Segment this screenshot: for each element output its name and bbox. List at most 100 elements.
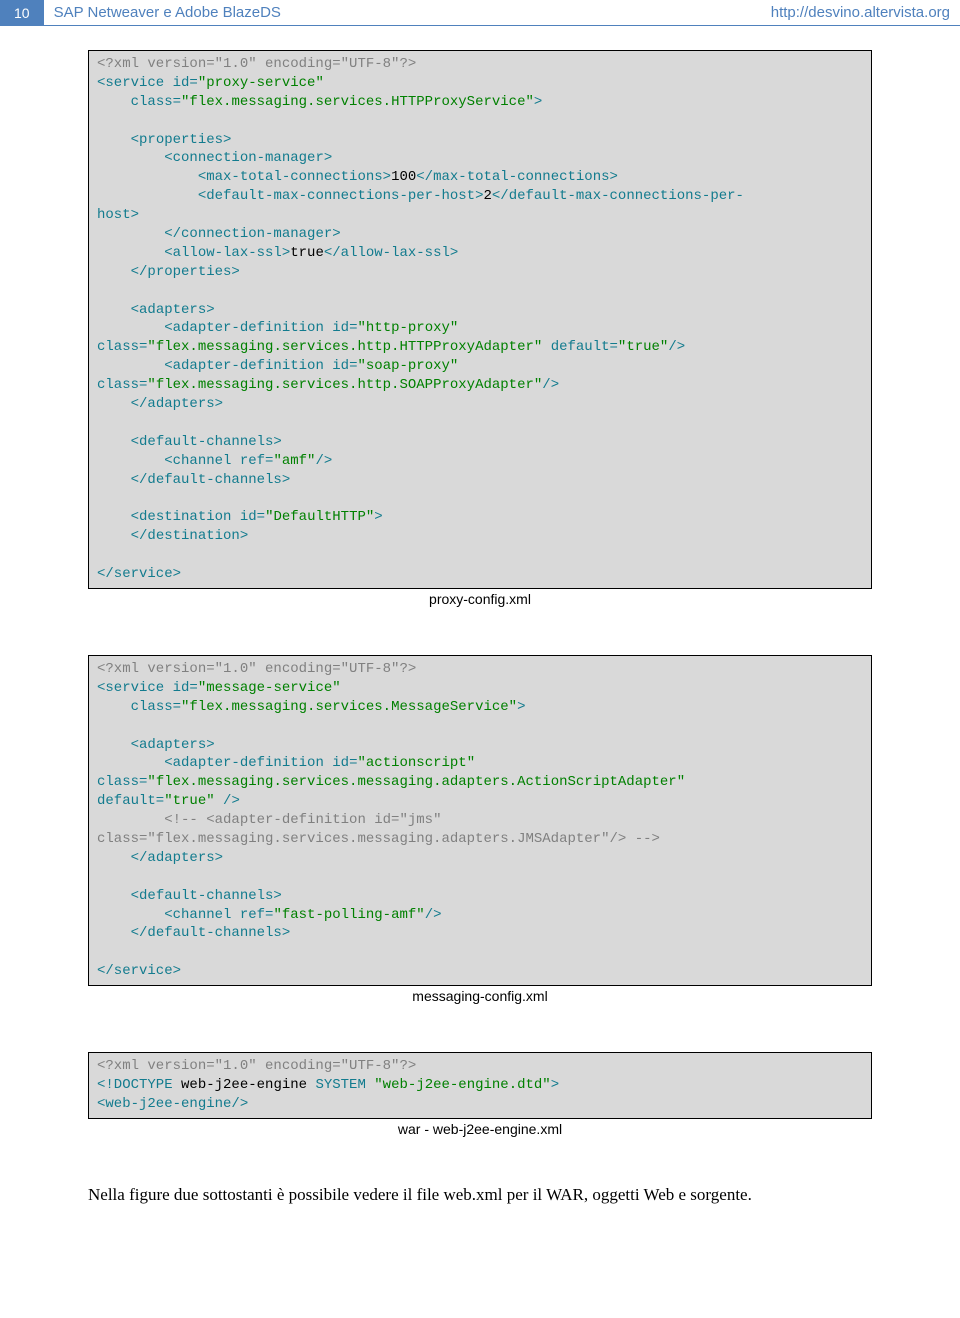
code-token <box>231 453 239 469</box>
code-token <box>542 339 550 355</box>
code-token: "soap-proxy" <box>357 358 458 374</box>
code-token: <max-total-connections> <box>198 169 391 185</box>
code-block-messaging-config: <?xml version="1.0" encoding="UTF-8"?> <… <box>88 655 872 986</box>
code-token: </allow-lax-ssl> <box>324 245 458 261</box>
code-token <box>97 264 131 280</box>
code-token <box>164 680 172 696</box>
code-token <box>97 737 131 753</box>
code-token: <adapters> <box>131 737 215 753</box>
code-token: host> <box>97 207 139 223</box>
code-token <box>97 509 131 525</box>
code-token: ref= <box>240 907 274 923</box>
header-url: http://desvino.altervista.org <box>761 0 960 25</box>
code-token: "web-j2ee-engine.dtd" <box>374 1077 550 1093</box>
code-token: </properties> <box>131 264 240 280</box>
code-token: class= <box>131 94 181 110</box>
code-token: </max-total-connections> <box>416 169 618 185</box>
code-token: </default-channels> <box>131 925 291 941</box>
code-token: class= <box>97 377 147 393</box>
code-token <box>324 358 332 374</box>
code-block-web-j2ee-engine: <?xml version="1.0" encoding="UTF-8"?> <… <box>88 1052 872 1119</box>
code-token: id= <box>173 680 198 696</box>
code-token: <adapter-definition <box>164 358 324 374</box>
code-token: </adapters> <box>131 396 223 412</box>
code-token: "fast-polling-amf" <box>273 907 424 923</box>
page-content: <?xml version="1.0" encoding="UTF-8"?> <… <box>0 50 960 1265</box>
code-token <box>164 75 172 91</box>
code-token: "amf" <box>273 453 315 469</box>
code-token: <!-- <adapter-definition id="jms" <box>164 812 441 828</box>
code-token: 100 <box>391 169 416 185</box>
code-token: class= <box>97 774 147 790</box>
code-token <box>97 226 164 242</box>
code-token <box>97 755 164 771</box>
code-token: /> <box>315 453 332 469</box>
code-token: id= <box>332 320 357 336</box>
code-token: > <box>517 699 525 715</box>
code-token: /> <box>542 377 559 393</box>
code-token: /> <box>668 339 685 355</box>
code-token <box>97 132 131 148</box>
code-token: > <box>374 509 382 525</box>
code-token: /> <box>223 793 240 809</box>
code-token <box>97 699 131 715</box>
code-token <box>97 320 164 336</box>
code-token <box>231 509 239 525</box>
code-token: class= <box>97 339 147 355</box>
code-token: "flex.messaging.services.http.HTTPProxyA… <box>147 339 542 355</box>
page-header: 10 SAP Netweaver e Adobe BlazeDS http://… <box>0 0 960 26</box>
code-token: <adapter-definition <box>164 320 324 336</box>
code-token: </adapters> <box>131 850 223 866</box>
code-token: id= <box>332 755 357 771</box>
code-token: "flex.messaging.services.MessageService" <box>181 699 517 715</box>
caption-web-j2ee-engine: war - web-j2ee-engine.xml <box>88 1121 872 1137</box>
code-block-proxy-config: <?xml version="1.0" encoding="UTF-8"?> <… <box>88 50 872 589</box>
code-token: <web-j2ee-engine/> <box>97 1096 248 1112</box>
code-token <box>97 888 131 904</box>
code-token: "flex.messaging.services.http.SOAPProxyA… <box>147 377 542 393</box>
code-token <box>97 94 131 110</box>
code-token: <properties> <box>131 132 232 148</box>
code-token: > <box>551 1077 559 1093</box>
caption-messaging-config: messaging-config.xml <box>88 988 872 1004</box>
page-number-badge: 10 <box>0 0 44 25</box>
code-token: <default-max-connections-per-host> <box>198 188 484 204</box>
code-token: </default-max-connections-per- <box>492 188 744 204</box>
header-title: SAP Netweaver e Adobe BlazeDS <box>44 0 761 25</box>
code-token <box>97 434 131 450</box>
code-token <box>97 812 164 828</box>
code-token: class="flex.messaging.services.messaging… <box>97 831 660 847</box>
code-token: default= <box>551 339 618 355</box>
code-token <box>97 528 131 544</box>
code-token: <adapters> <box>131 302 215 318</box>
code-token <box>324 755 332 771</box>
code-token: "flex.messaging.services.messaging.adapt… <box>147 774 685 790</box>
code-token <box>97 358 164 374</box>
code-token: </default-channels> <box>131 472 291 488</box>
code-token: "actionscript" <box>357 755 475 771</box>
code-token: id= <box>240 509 265 525</box>
code-token: web-j2ee-engine <box>173 1077 316 1093</box>
code-token: class= <box>131 699 181 715</box>
code-token: "message-service" <box>198 680 341 696</box>
code-token: id= <box>332 358 357 374</box>
code-token: "true" <box>618 339 668 355</box>
code-token: "true" <box>164 793 214 809</box>
code-token <box>215 793 223 809</box>
code-token: <default-channels> <box>131 434 282 450</box>
code-token: "flex.messaging.services.HTTPProxyServic… <box>181 94 534 110</box>
caption-proxy-config: proxy-config.xml <box>88 591 872 607</box>
code-token: <default-channels> <box>131 888 282 904</box>
code-token <box>97 850 131 866</box>
code-token <box>97 302 131 318</box>
code-token <box>231 907 239 923</box>
code-token <box>97 453 164 469</box>
code-token <box>97 472 131 488</box>
code-token <box>97 188 198 204</box>
code-token: <channel <box>164 907 231 923</box>
code-token: <?xml version="1.0" encoding="UTF-8"?> <box>97 661 416 677</box>
code-token: default= <box>97 793 164 809</box>
code-token <box>97 150 164 166</box>
code-token: <!DOCTYPE <box>97 1077 173 1093</box>
code-token: SYSTEM <box>315 1077 365 1093</box>
